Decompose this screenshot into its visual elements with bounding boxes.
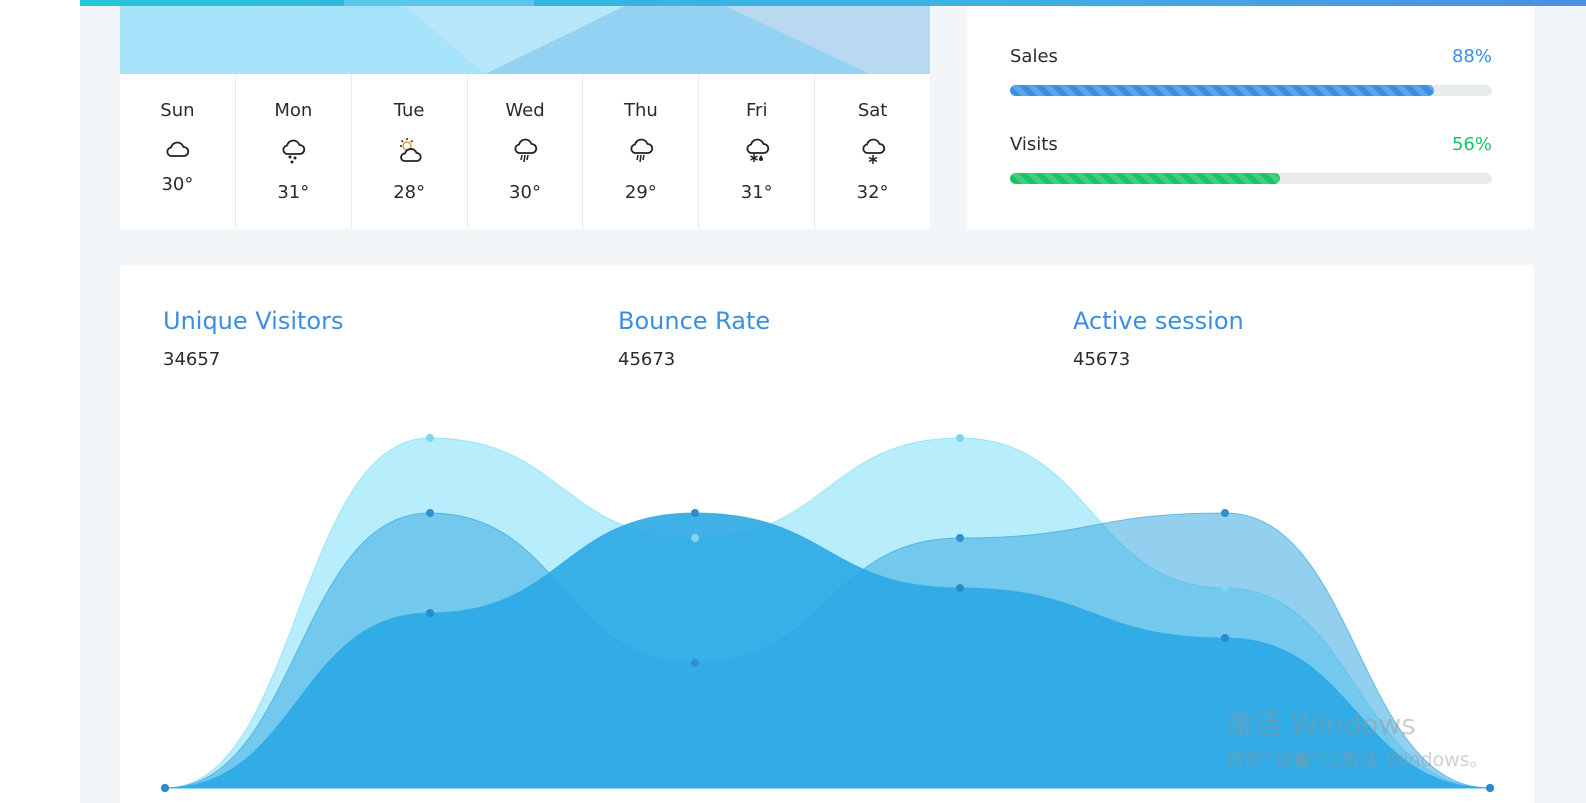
data-point-s2-2[interactable]: [691, 509, 699, 517]
data-point-s1-2[interactable]: [691, 659, 699, 667]
progress-label: Visits: [1010, 134, 1058, 155]
progress-label: Sales: [1010, 46, 1058, 67]
day-temperature: 30°: [161, 174, 194, 195]
forecast-row: Sun 30° Mon 31° Tue 28° Wed 30° Thu 29° …: [120, 74, 930, 229]
partly-cloudy-day-icon: [400, 138, 422, 162]
forecast-day: Thu 29°: [583, 74, 700, 229]
forecast-day: Wed 30°: [468, 74, 584, 229]
day-name: Tue: [393, 100, 425, 121]
day-name: Mon: [274, 100, 313, 121]
progress-card: Sales 88% Visits 56%: [967, 6, 1534, 229]
snow-sleet-icon: [746, 138, 769, 162]
rain-icon: [630, 138, 653, 163]
progress-track: [1010, 173, 1492, 184]
progress-track: [1010, 85, 1492, 96]
data-point-s0-2[interactable]: [691, 534, 699, 542]
data-point-s1-1[interactable]: [426, 509, 434, 517]
progress-fill: [1010, 173, 1280, 184]
day-temperature: 32°: [856, 182, 889, 203]
day-temperature: 28°: [393, 182, 426, 203]
data-point-s2-0[interactable]: [161, 784, 169, 792]
day-name: Sat: [857, 100, 888, 121]
progress-fill: [1010, 85, 1435, 96]
forecast-day: Sun 30°: [120, 74, 236, 229]
progress-value: 88%: [1451, 46, 1492, 67]
stats-card: Unique Visitors 34657 Bounce Rate 45673 …: [120, 265, 1534, 803]
data-point-s2-3[interactable]: [956, 584, 964, 592]
day-temperature: 30°: [509, 182, 541, 203]
rain-icon: [514, 138, 538, 163]
day-name: Wed: [505, 100, 545, 121]
weather-banner: [120, 6, 930, 74]
snow-icon: [862, 138, 885, 164]
day-temperature: 29°: [624, 182, 657, 203]
day-name: Fri: [746, 100, 768, 121]
forecast-day: Mon 31°: [236, 74, 352, 229]
weather-card: Sun 30° Mon 31° Tue 28° Wed 30° Thu 29° …: [120, 6, 930, 229]
day-name: Thu: [623, 100, 658, 121]
data-point-s2-1[interactable]: [426, 609, 434, 617]
data-point-s1-4[interactable]: [1221, 509, 1229, 517]
day-temperature: 31°: [277, 182, 310, 203]
progress-value: 56%: [1451, 134, 1492, 155]
forecast-day: Tue 28°: [352, 74, 468, 229]
day-temperature: 31°: [740, 182, 773, 203]
forecast-day: Fri 31°: [699, 74, 816, 229]
data-point-s0-4[interactable]: [1221, 584, 1229, 592]
cloud-icon: [166, 141, 190, 157]
data-point-s0-3[interactable]: [956, 434, 964, 442]
data-point-s1-3[interactable]: [956, 534, 964, 542]
forecast-day: Sat 32°: [815, 74, 930, 229]
data-point-s0-1[interactable]: [426, 434, 434, 442]
day-name: Sun: [160, 100, 195, 121]
data-point-s2-4[interactable]: [1221, 634, 1229, 642]
data-point-s2-5[interactable]: [1486, 784, 1494, 792]
hail-icon: [282, 139, 306, 164]
area-chart: [161, 434, 1494, 792]
